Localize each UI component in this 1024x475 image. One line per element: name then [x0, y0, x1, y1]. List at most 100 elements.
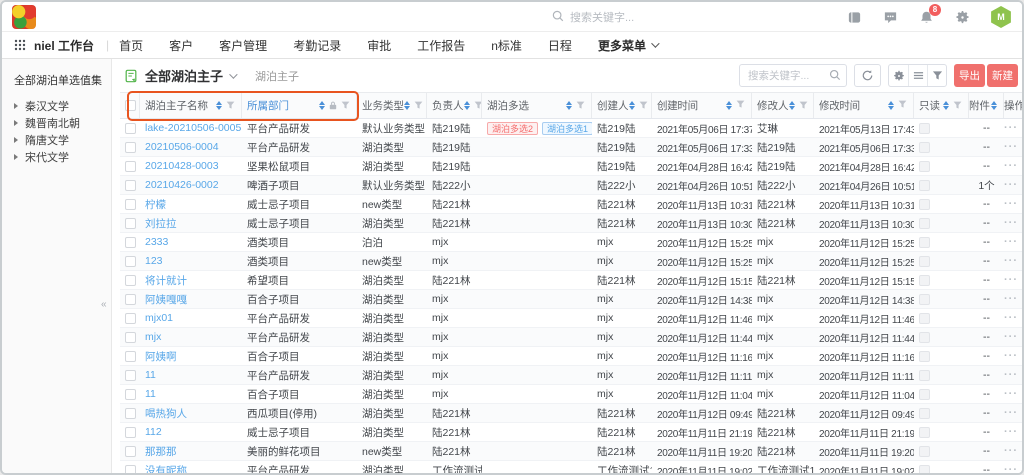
settings-gear-icon[interactable]: [889, 65, 908, 86]
table-row[interactable]: 那那那 美丽的鲜花项目 new类型 陆221林 陆221林 2020年11月11…: [120, 442, 1022, 461]
row-checkbox[interactable]: [125, 389, 136, 400]
row-checkbox[interactable]: [125, 218, 136, 229]
row-actions-button[interactable]: ···: [1004, 426, 1018, 438]
create-button[interactable]: 新建: [987, 64, 1018, 87]
row-actions-button[interactable]: ···: [1004, 312, 1018, 324]
column-header[interactable]: 修改人: [752, 93, 814, 118]
column-header[interactable]: 操作: [1004, 93, 1022, 118]
row-checkbox[interactable]: [125, 237, 136, 248]
column-header[interactable]: 所属部门: [242, 93, 357, 118]
row-checkbox[interactable]: [125, 465, 136, 474]
row-checkbox[interactable]: [125, 408, 136, 419]
sidebar-item[interactable]: 隋唐文学: [14, 131, 111, 148]
row-actions-button[interactable]: ···: [1004, 217, 1018, 229]
record-link[interactable]: 20210426-0002: [145, 179, 219, 191]
table-row[interactable]: 20210506-0004 平台产品研发 湖泊类型 陆219陆 陆219陆 20…: [120, 138, 1022, 157]
record-link[interactable]: 刘拉拉: [145, 216, 177, 231]
record-link[interactable]: 112: [145, 426, 162, 438]
row-checkbox[interactable]: [125, 332, 136, 343]
avatar[interactable]: M: [990, 6, 1012, 28]
table-row[interactable]: 阿姨嘎嘎 百合子项目 湖泊类型 mjx mjx 2020年11月12日 14:3…: [120, 290, 1022, 309]
row-actions-button[interactable]: ···: [1004, 255, 1018, 267]
column-header[interactable]: 湖泊多选: [482, 93, 592, 118]
row-actions-button[interactable]: ···: [1004, 293, 1018, 305]
row-checkbox[interactable]: [125, 446, 136, 457]
nav-item[interactable]: 日程: [548, 37, 572, 54]
column-header[interactable]: 修改时间: [814, 93, 914, 118]
nav-item[interactable]: 客户管理: [219, 37, 267, 54]
table-row[interactable]: 刘拉拉 威士忌子项目 湖泊类型 陆221林 陆221林 2020年11月13日 …: [120, 214, 1022, 233]
sidebar-item[interactable]: 魏晋南北朝: [14, 114, 111, 131]
record-link[interactable]: 阿姨嘎嘎: [145, 292, 187, 307]
column-header[interactable]: 附件: [969, 93, 1004, 118]
table-row[interactable]: 柠檬 威士忌子项目 new类型 陆221林 陆221林 2020年11月13日 …: [120, 195, 1022, 214]
row-actions-button[interactable]: ···: [1004, 160, 1018, 172]
row-actions-button[interactable]: ···: [1004, 236, 1018, 248]
app-logo[interactable]: [12, 5, 36, 29]
row-actions-button[interactable]: ···: [1004, 141, 1018, 153]
filter-icon[interactable]: [576, 97, 585, 115]
sort-icon[interactable]: [991, 101, 997, 110]
column-header[interactable]: 创建时间: [652, 93, 752, 118]
gear-icon[interactable]: [954, 9, 970, 25]
row-actions-button[interactable]: ···: [1004, 198, 1018, 210]
row-checkbox[interactable]: [125, 351, 136, 362]
column-header[interactable]: 负责人: [427, 93, 482, 118]
sort-icon[interactable]: [464, 101, 470, 110]
filter-icon[interactable]: [414, 97, 423, 115]
table-row[interactable]: 阿姨啊 百合子项目 湖泊类型 mjx mjx 2020年11月12日 11:16…: [120, 347, 1022, 366]
sort-icon[interactable]: [216, 101, 222, 110]
filter-icon[interactable]: [226, 97, 235, 115]
row-checkbox[interactable]: [125, 142, 136, 153]
sort-icon[interactable]: [888, 101, 894, 110]
notebook-icon[interactable]: [846, 9, 862, 25]
sort-icon[interactable]: [566, 101, 572, 110]
nav-more-menu[interactable]: 更多菜单: [598, 37, 657, 54]
sort-icon[interactable]: [943, 101, 949, 110]
sort-icon[interactable]: [726, 101, 732, 110]
bell-icon[interactable]: 8: [918, 9, 934, 25]
nav-item[interactable]: 工作报告: [417, 37, 465, 54]
row-actions-button[interactable]: ···: [1004, 122, 1018, 134]
table-row[interactable]: mjx 平台产品研发 湖泊类型 mjx mjx 2020年11月12日 11:4…: [120, 328, 1022, 347]
column-header[interactable]: 业务类型: [357, 93, 427, 118]
table-row[interactable]: 20210428-0003 坚果松鼠项目 湖泊类型 陆219陆 陆219陆 20…: [120, 157, 1022, 176]
nav-item[interactable]: n标准: [491, 37, 522, 54]
table-row[interactable]: mjx01 平台产品研发 湖泊类型 mjx mjx 2020年11月12日 11…: [120, 309, 1022, 328]
record-link[interactable]: 将计就计: [145, 273, 187, 288]
row-checkbox[interactable]: [125, 123, 136, 134]
filter-icon[interactable]: [927, 65, 946, 86]
chevron-down-icon[interactable]: [229, 70, 237, 78]
sidebar-item[interactable]: 秦汉文学: [14, 97, 111, 114]
row-checkbox[interactable]: [125, 275, 136, 286]
column-header[interactable]: 湖泊主子名称: [140, 93, 242, 118]
row-checkbox[interactable]: [125, 180, 136, 191]
table-row[interactable]: 123 酒类项目 new类型 mjx mjx 2020年11月12日 15:25…: [120, 252, 1022, 271]
row-actions-button[interactable]: ···: [1004, 407, 1018, 419]
density-list-icon[interactable]: [908, 65, 927, 86]
record-link[interactable]: 11: [145, 388, 156, 400]
nav-item[interactable]: 客户: [169, 37, 193, 54]
filter-icon[interactable]: [898, 100, 907, 112]
row-checkbox[interactable]: [125, 199, 136, 210]
row-checkbox[interactable]: [125, 427, 136, 438]
record-link[interactable]: 阿姨啊: [145, 349, 177, 364]
row-checkbox[interactable]: [125, 161, 136, 172]
sort-icon[interactable]: [629, 101, 635, 110]
table-row[interactable]: lake-20210506-0005 平台产品研发 默认业务类型 陆219陆 湖…: [120, 119, 1022, 138]
row-checkbox[interactable]: [125, 313, 136, 324]
filter-icon[interactable]: [953, 97, 962, 115]
sort-icon[interactable]: [404, 101, 410, 110]
table-row[interactable]: 11 平台产品研发 湖泊类型 mjx mjx 2020年11月12日 11:11…: [120, 366, 1022, 385]
table-row[interactable]: 将计就计 希望项目 湖泊类型 陆221林 陆221林 2020年11月12日 1…: [120, 271, 1022, 290]
apps-grid-icon[interactable]: [14, 39, 26, 51]
table-row[interactable]: 20210426-0002 啤酒子项目 默认业务类型 陆222小 陆222小 2…: [120, 176, 1022, 195]
refresh-button[interactable]: [854, 64, 881, 87]
view-title[interactable]: 全部湖泊主子: [145, 66, 223, 85]
table-row[interactable]: 11 百合子项目 湖泊类型 mjx mjx 2020年11月12日 11:04 …: [120, 385, 1022, 404]
row-checkbox[interactable]: [125, 294, 136, 305]
row-actions-button[interactable]: ···: [1004, 331, 1018, 343]
record-link[interactable]: lake-20210506-0005: [145, 122, 241, 134]
sort-icon[interactable]: [319, 101, 325, 110]
table-row[interactable]: 2333 酒类项目 泊泊 mjx mjx 2020年11月12日 15:25 m…: [120, 233, 1022, 252]
